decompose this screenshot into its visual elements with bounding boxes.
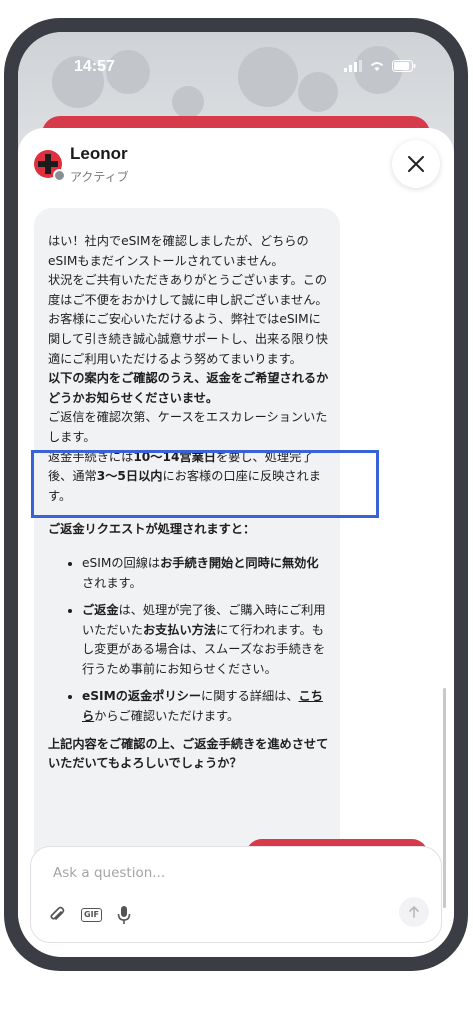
composer-tools: GIF	[47, 905, 132, 925]
attachment-icon[interactable]	[47, 905, 67, 925]
highlight-box	[31, 450, 379, 518]
status-icons	[344, 60, 416, 72]
send-button[interactable]	[399, 897, 429, 927]
agent-status: アクティブ	[70, 170, 129, 184]
message-paragraph: 状況をご共有いただきありがとうございます。この度はご不便をおかけして誠に申し訳ご…	[48, 273, 328, 366]
agent-message-bubble: はい！社内でeSIMを確認しましたが、どちらのeSIMもまだインストールされてい…	[34, 208, 340, 896]
close-button[interactable]	[392, 140, 440, 188]
composer: Ask a question... GIF	[30, 846, 442, 943]
closing-question: 上記内容をご確認の上、ご返金手続きを進めさせていただいてもよろしいでしょうか？	[48, 736, 329, 771]
close-icon	[408, 156, 424, 172]
status-bar: 14:57	[18, 32, 454, 92]
agent-name: Leonor	[70, 144, 128, 163]
battery-icon	[392, 60, 416, 72]
microphone-icon[interactable]	[116, 905, 132, 925]
list-item: ご返金は、処理が完了後、ご購入時にご利用いただいたお支払い方法にて行われます。も…	[82, 601, 330, 679]
refund-info-list: eSIMの回線はお手続き開始と同時に無効化されます。 ご返金は、処理が完了後、ご…	[48, 554, 330, 727]
scrollbar[interactable]	[443, 688, 446, 908]
message-paragraph: はい！社内でeSIMを確認しましたが、どちらのeSIMもまだインストールされてい…	[48, 234, 309, 268]
message-paragraph-bold: 以下の案内をご確認のうえ、返金をご希望されるかどうかお知らせくださいませ。	[48, 371, 329, 405]
list-item: eSIMの回線はお手続き開始と同時に無効化されます。	[82, 554, 330, 593]
presence-indicator	[53, 169, 66, 182]
arrow-up-icon	[409, 905, 419, 918]
cellular-signal-icon	[344, 60, 362, 72]
gif-icon[interactable]: GIF	[81, 908, 103, 922]
message-paragraph: ご返信を確認次第、ケースをエスカレーションいたします。	[48, 410, 328, 444]
list-item: eSIMの返金ポリシーに関する詳細は、こちらからご確認いただけます。	[82, 687, 330, 726]
list-title: ご返金リクエストが処理されますと：	[48, 522, 256, 537]
message-input[interactable]: Ask a question...	[53, 865, 165, 881]
wifi-icon	[370, 62, 384, 71]
chat-sheet: Leonor アクティブ はい！社内でeSIMを確認しましたが、どちらのeSIM…	[18, 128, 454, 957]
status-time: 14:57	[74, 58, 115, 75]
